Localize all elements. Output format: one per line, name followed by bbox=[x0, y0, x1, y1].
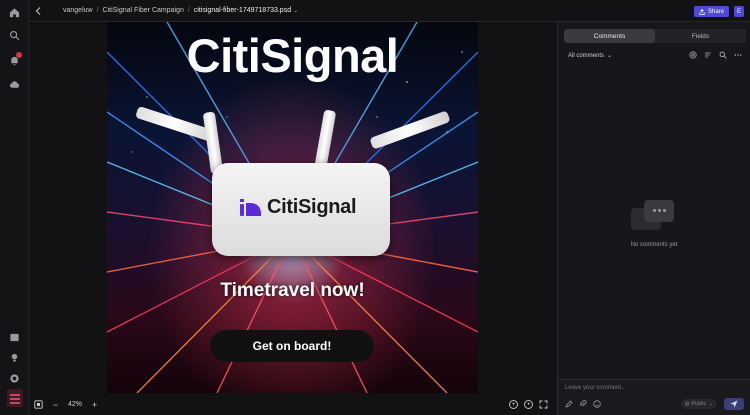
empty-state-message: No comments yet bbox=[630, 242, 678, 248]
comment-input[interactable]: Leave your comment... bbox=[565, 385, 626, 391]
home-icon[interactable] bbox=[8, 6, 21, 19]
avatar[interactable]: E bbox=[734, 6, 744, 17]
learn-icon[interactable] bbox=[8, 331, 21, 344]
zoom-level[interactable]: 42% bbox=[68, 401, 82, 408]
send-icon bbox=[730, 400, 738, 408]
search-icon[interactable] bbox=[8, 29, 21, 42]
breadcrumb-project[interactable]: CitiSignal Fiber Campaign bbox=[103, 7, 184, 14]
cta-button[interactable]: Get on board! bbox=[210, 330, 374, 362]
search-icon[interactable] bbox=[719, 51, 727, 59]
comments-filter-label: All comments bbox=[568, 52, 605, 59]
fit-screen-icon[interactable] bbox=[34, 400, 43, 409]
comment-bubbles-icon bbox=[631, 200, 677, 236]
router-graphic[interactable]: CitiSignal bbox=[212, 163, 390, 256]
citisignal-logo-mark-icon bbox=[240, 199, 262, 216]
tab-fields[interactable]: Fields bbox=[655, 29, 746, 43]
share-label: Share bbox=[707, 8, 724, 15]
top-bar: vangeluw / CitiSignal Fiber Campaign / c… bbox=[29, 0, 750, 22]
file-thumbnail[interactable] bbox=[7, 389, 23, 407]
router-logo-text: CitiSignal bbox=[267, 196, 357, 218]
share-button[interactable]: Share bbox=[693, 6, 729, 17]
zoom-in-button[interactable]: + bbox=[90, 400, 99, 410]
zoom-out-button[interactable]: − bbox=[51, 400, 60, 410]
globe-icon: ◍ bbox=[684, 401, 690, 407]
panel-tools bbox=[689, 51, 742, 59]
share-icon bbox=[699, 8, 705, 15]
comment-composer: Leave your comment... ◍ Public ⌄ bbox=[558, 379, 750, 415]
add-circle-icon[interactable]: + bbox=[509, 400, 518, 409]
notification-badge bbox=[16, 52, 22, 58]
expand-icon[interactable] bbox=[539, 400, 548, 409]
comments-panel: Comments Fields All comments ⌄ No commen… bbox=[557, 22, 750, 415]
citisignal-logo: CitiSignal bbox=[240, 196, 357, 219]
back-chevron-icon[interactable] bbox=[35, 6, 47, 15]
composer-tools bbox=[565, 400, 601, 408]
attachment-icon[interactable] bbox=[579, 400, 587, 408]
send-button[interactable] bbox=[724, 398, 744, 410]
chevron-down-icon: ⌄ bbox=[607, 53, 613, 59]
sort-icon[interactable] bbox=[704, 51, 712, 59]
lightbulb-icon[interactable] bbox=[8, 351, 21, 364]
canvas-tools: + • bbox=[509, 400, 548, 409]
breadcrumb-owner[interactable]: vangeluw bbox=[63, 7, 93, 14]
breadcrumb-separator: / bbox=[187, 7, 190, 14]
settings-circle-icon[interactable]: • bbox=[524, 400, 533, 409]
left-rail bbox=[0, 0, 29, 415]
chevron-down-icon: ⌄ bbox=[708, 401, 713, 407]
more-options-icon[interactable] bbox=[734, 51, 742, 59]
artboard[interactable]: CitiSignal CitiSignal Timetravel now! Ge… bbox=[107, 22, 478, 393]
visibility-dropdown[interactable]: ◍ Public ⌄ bbox=[680, 399, 717, 409]
empty-state: No comments yet bbox=[558, 200, 750, 248]
comments-filter-dropdown[interactable]: All comments ⌄ bbox=[568, 52, 613, 60]
panel-tabs: Comments Fields bbox=[564, 29, 746, 43]
breadcrumb-file[interactable]: citisignal-fiber-1749718733.psd bbox=[194, 7, 291, 14]
zoom-toolbar: − 42% + bbox=[34, 400, 99, 410]
chevron-down-icon[interactable]: ⌄ bbox=[293, 7, 298, 14]
visibility-label: Public bbox=[691, 401, 707, 407]
artboard-headline[interactable]: CitiSignal bbox=[107, 28, 478, 83]
artboard-tagline[interactable]: Timetravel now! bbox=[107, 280, 478, 302]
app-window: vangeluw / CitiSignal Fiber Campaign / c… bbox=[0, 0, 750, 415]
tab-comments[interactable]: Comments bbox=[564, 29, 655, 43]
emoji-icon[interactable] bbox=[593, 400, 601, 408]
annotate-icon[interactable] bbox=[565, 400, 573, 408]
breadcrumb-separator: / bbox=[96, 7, 99, 14]
help-icon[interactable] bbox=[8, 372, 21, 385]
canvas-area[interactable]: CitiSignal CitiSignal Timetravel now! Ge… bbox=[29, 22, 556, 415]
cloud-icon[interactable] bbox=[8, 78, 21, 91]
breadcrumb: vangeluw / CitiSignal Fiber Campaign / c… bbox=[63, 7, 298, 14]
mention-icon[interactable] bbox=[689, 51, 697, 59]
